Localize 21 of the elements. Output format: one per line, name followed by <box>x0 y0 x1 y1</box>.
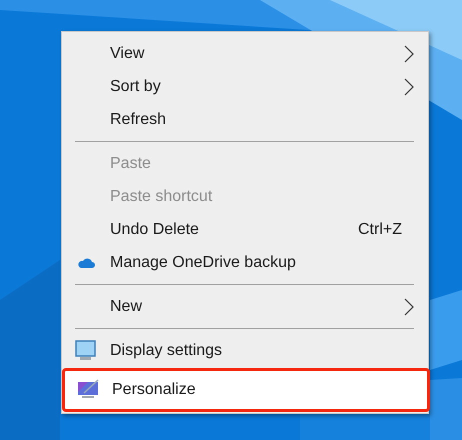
menu-item[interactable]: New <box>62 290 428 323</box>
shortcut-label: Ctrl+Z <box>358 220 402 238</box>
menu-item[interactable]: View <box>62 37 428 70</box>
cloud-icon <box>77 256 95 268</box>
menu-item[interactable]: Manage OneDrive backup <box>62 246 428 279</box>
menu-item[interactable]: Sort by <box>62 70 428 103</box>
menu-label: View <box>110 44 146 62</box>
menu-label: Sort by <box>110 78 162 96</box>
menu-item[interactable]: Display settings <box>62 334 428 367</box>
menu-label: Display settings <box>110 342 224 360</box>
menu-item[interactable]: Undo Delete Ctrl+Z <box>62 213 428 246</box>
menu-label: Personalize <box>112 381 197 399</box>
menu-label: New <box>110 298 144 316</box>
menu-item[interactable]: Personalize <box>64 370 428 410</box>
menu-item[interactable]: Refresh <box>62 103 428 136</box>
menu-label: Refresh <box>110 110 168 128</box>
menu-label: Manage OneDrive backup <box>110 254 297 272</box>
menu-label: Paste <box>110 154 152 172</box>
menu-label: Undo Delete <box>110 220 200 238</box>
monitor-icon <box>74 338 98 362</box>
menu-label: Paste shortcut <box>110 188 214 206</box>
